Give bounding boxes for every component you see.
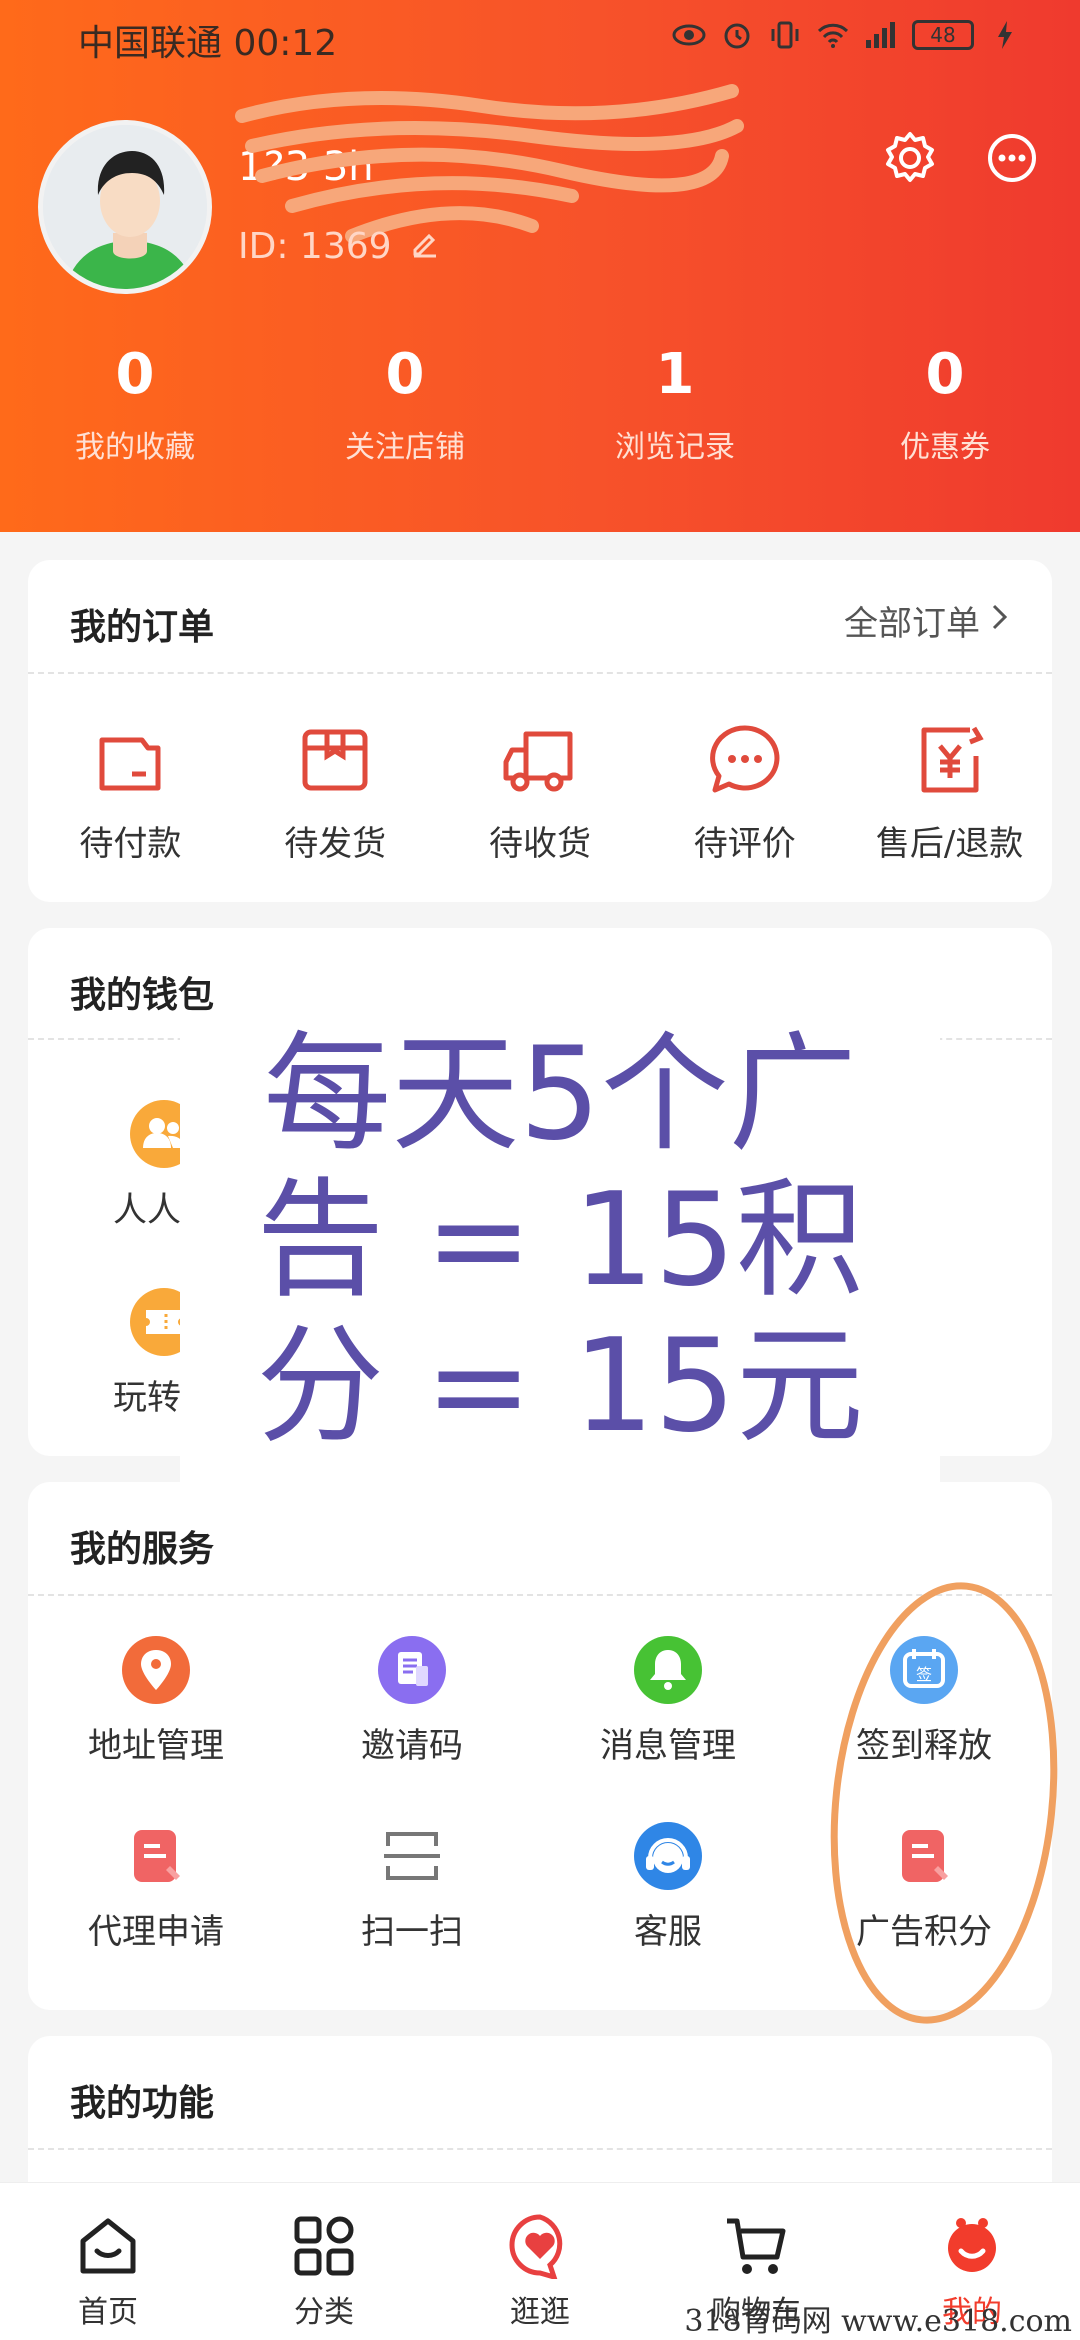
tab-label: 分类	[294, 2295, 354, 2330]
service-scan[interactable]: 扫一扫	[284, 1820, 540, 2006]
profile-icon	[939, 2213, 1005, 2279]
all-orders-link[interactable]: 全部订单	[844, 596, 1010, 645]
stat-value: 0	[925, 342, 965, 407]
user-id: ID: 1369	[238, 226, 440, 267]
battery-indicator: 48	[912, 20, 974, 50]
wallet-icon	[90, 720, 170, 800]
edit-icon[interactable]	[410, 226, 440, 267]
service-agent-application[interactable]: 代理申请	[28, 1820, 284, 2006]
vibrate-icon	[768, 18, 802, 52]
status-bar: 中国联通 00:12 48	[0, 0, 1080, 78]
cart-icon	[723, 2213, 789, 2279]
service-label: 地址管理	[88, 1726, 224, 1766]
services-title: 我的服务	[70, 1529, 215, 1570]
service-invite-code[interactable]: 邀请码	[284, 1634, 540, 1820]
tab-browse[interactable]: 逛逛	[432, 2183, 648, 2340]
service-label: 消息管理	[600, 1726, 736, 1766]
order-item-label: 待评价	[693, 824, 796, 864]
message-more-icon[interactable]	[982, 128, 1042, 188]
headset-icon	[632, 1820, 704, 1892]
stat-label: 优惠券	[900, 430, 990, 465]
all-orders-label: 全部订单	[844, 604, 980, 644]
alarm-icon	[720, 18, 754, 52]
tab-label: 逛逛	[510, 2295, 570, 2330]
wifi-icon	[816, 18, 850, 52]
bell-icon	[632, 1634, 704, 1706]
tab-label: 首页	[78, 2295, 138, 2330]
service-label: 邀请码	[361, 1726, 463, 1766]
highlight-ellipse	[830, 1582, 1058, 2024]
stat-followed-stores[interactable]: 0 关注店铺	[270, 340, 540, 466]
order-pending-receipt[interactable]: 待收货	[438, 720, 643, 865]
stat-label: 我的收藏	[75, 430, 195, 465]
box-icon	[295, 720, 375, 800]
user-id-text: ID: 1369	[238, 226, 392, 267]
wallet-title: 我的钱包	[70, 975, 215, 1016]
stat-label: 关注店铺	[345, 430, 465, 465]
order-pending-payment[interactable]: 待付款	[28, 720, 233, 865]
orders-card: 我的订单 全部订单 待付款 待发货 待收货 待评价 售后/退款	[28, 560, 1052, 902]
stat-value: 0	[115, 342, 155, 407]
document-icon	[120, 1820, 192, 1892]
tab-home[interactable]: 首页	[0, 2183, 216, 2340]
heart-icon	[507, 2213, 573, 2281]
avatar[interactable]	[38, 120, 212, 294]
order-item-label: 待收货	[488, 824, 591, 864]
divider	[28, 2148, 1052, 2150]
divider	[28, 672, 1052, 674]
order-item-label: 售后/退款	[875, 824, 1024, 864]
scan-icon	[376, 1820, 448, 1892]
service-message-management[interactable]: 消息管理	[540, 1634, 796, 1820]
order-item-label: 待付款	[79, 824, 182, 864]
signal-icon	[864, 18, 898, 52]
order-after-sales-refund[interactable]: 售后/退款	[847, 720, 1052, 865]
invite-icon	[376, 1634, 448, 1706]
stat-value: 1	[655, 342, 695, 407]
stat-value: 0	[385, 342, 425, 407]
stat-favorites[interactable]: 0 我的收藏	[0, 340, 270, 466]
overlay-line: 分 = 15元	[256, 1312, 864, 1461]
stat-history[interactable]: 1 浏览记录	[540, 340, 810, 466]
overlay-line: 每天5个广	[263, 1020, 857, 1169]
service-customer-support[interactable]: 客服	[540, 1820, 796, 2006]
yen-refund-icon	[910, 720, 990, 800]
order-pending-shipment[interactable]: 待发货	[233, 720, 438, 865]
order-item-label: 待发货	[284, 824, 387, 864]
status-icons: 48	[672, 18, 1022, 52]
order-pending-review[interactable]: 待评价	[642, 720, 847, 865]
truck-icon	[500, 720, 580, 800]
functions-title: 我的功能	[70, 2083, 215, 2124]
profile-header: 中国联通 00:12 48 1?3 3h ID: 1369 0 我的收藏 0 关…	[0, 0, 1080, 532]
status-carrier-time: 中国联通 00:12	[78, 23, 338, 64]
stat-label: 浏览记录	[615, 430, 735, 465]
chevron-right-icon	[990, 601, 1010, 641]
eye-icon	[672, 18, 706, 52]
overlay-line: 告 = 15积	[256, 1166, 864, 1315]
promo-overlay-text: 每天5个广 告 = 15积 分 = 15元	[180, 1022, 940, 1492]
service-address-management[interactable]: 地址管理	[28, 1634, 284, 1820]
profile-stats: 0 我的收藏 0 关注店铺 1 浏览记录 0 优惠券	[0, 340, 1080, 466]
watermark: 318育码网 www.e318.com	[684, 2304, 1072, 2339]
orders-title: 我的订单	[70, 607, 215, 648]
charging-icon	[988, 18, 1022, 52]
settings-gear-icon[interactable]	[880, 128, 940, 188]
chat-icon	[705, 720, 785, 800]
stat-coupons[interactable]: 0 优惠券	[810, 340, 1080, 466]
grid-icon	[291, 2213, 357, 2279]
service-label: 扫一扫	[361, 1912, 463, 1952]
tab-category[interactable]: 分类	[216, 2183, 432, 2340]
home-icon	[75, 2213, 141, 2279]
service-label: 代理申请	[88, 1912, 224, 1952]
location-icon	[120, 1634, 192, 1706]
order-status-grid: 待付款 待发货 待收货 待评价 售后/退款	[28, 720, 1052, 865]
service-label: 客服	[634, 1912, 702, 1952]
